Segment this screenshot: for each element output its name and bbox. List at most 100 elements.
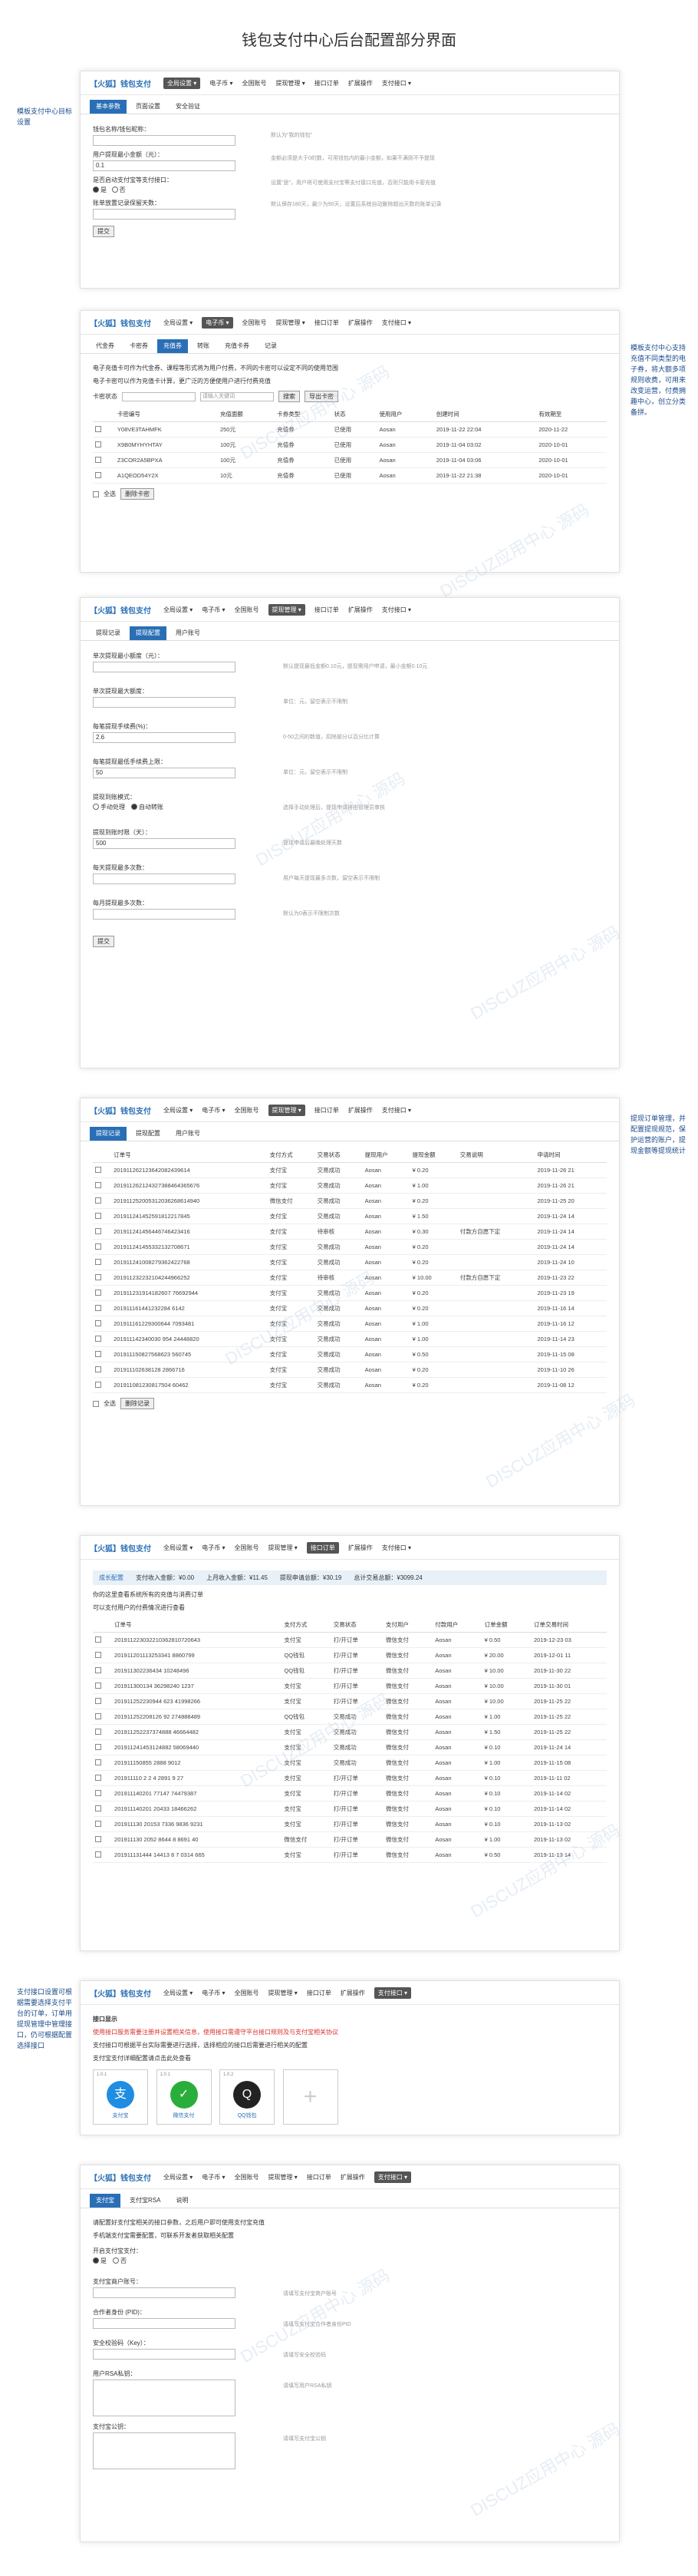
nav-account[interactable]: 全国账号 (235, 1544, 259, 1552)
nav-coin[interactable]: 电子币 ▾ (202, 1544, 225, 1552)
submit-button[interactable]: 提交 (93, 936, 114, 947)
nav-account[interactable]: 全国账号 (235, 606, 259, 614)
add-interface-card[interactable]: + (282, 2069, 338, 2125)
radio-manual[interactable]: 手动处理 (93, 804, 125, 811)
search-input[interactable]: 请输入关键词 (200, 391, 274, 401)
tab-alipay[interactable]: 支付宝 (90, 2194, 120, 2208)
row-checkbox[interactable] (95, 1197, 101, 1204)
row-checkbox[interactable] (95, 425, 101, 432)
tab-basic[interactable]: 基本参数 (90, 100, 127, 114)
nav-pay[interactable]: 支付接口 ▾ (382, 319, 411, 327)
alipay-card[interactable]: 1.0.1 支 支付宝 (93, 2069, 148, 2125)
table-cell[interactable]: Aosan (377, 421, 434, 438)
table-cell[interactable]: Aosan (433, 1647, 482, 1663)
row-checkbox[interactable] (95, 1712, 101, 1719)
tab-withdraw-config[interactable]: 提现配置 (130, 1127, 166, 1141)
nav-withdraw[interactable]: 提现管理 ▾ (276, 79, 305, 88)
table-cell[interactable]: Aosan (433, 1724, 482, 1740)
table-cell[interactable]: Aosan (362, 1316, 410, 1332)
table-cell[interactable]: Aosan (362, 1300, 410, 1316)
nav-withdraw[interactable]: 提现管理 ▾ (268, 1989, 298, 1997)
table-cell[interactable]: Aosan (433, 1739, 482, 1755)
table-cell[interactable]: Aosan (362, 1224, 410, 1240)
table-cell[interactable]: Aosan (433, 1709, 482, 1725)
nav-pay[interactable]: 支付接口 ▾ (374, 1986, 411, 1999)
row-checkbox[interactable] (95, 1366, 101, 1372)
tab-withdraw-records[interactable]: 提现记录 (90, 626, 127, 640)
table-cell[interactable]: Aosan (433, 1755, 482, 1771)
nav-pay[interactable]: 支付接口 ▾ (382, 1106, 411, 1115)
nav-extend[interactable]: 扩展操作 (348, 1106, 373, 1115)
nav-global[interactable]: 全局设置 ▾ (163, 2173, 193, 2181)
delete-button[interactable]: 删除卡密 (120, 488, 154, 500)
nav-withdraw[interactable]: 提现管理 ▾ (268, 1104, 305, 1116)
table-cell[interactable]: Aosan (433, 1847, 482, 1863)
config-input[interactable]: 50 (93, 768, 235, 778)
row-checkbox[interactable] (95, 1350, 101, 1357)
row-checkbox[interactable] (95, 1697, 101, 1704)
row-checkbox[interactable] (95, 441, 101, 447)
export-button[interactable]: 导出卡密 (305, 391, 338, 402)
table-cell[interactable]: Aosan (433, 1831, 482, 1848)
row-checkbox[interactable] (95, 1181, 101, 1188)
row-checkbox[interactable] (95, 1682, 101, 1689)
row-checkbox[interactable] (95, 1319, 101, 1326)
nav-orders[interactable]: 接口订单 (314, 606, 339, 614)
row-checkbox[interactable] (95, 1166, 101, 1173)
tab-record[interactable]: 记录 (258, 339, 283, 353)
nav-orders[interactable]: 接口订单 (307, 1989, 331, 1997)
nav-extend[interactable]: 扩展操作 (341, 2173, 365, 2181)
nav-account[interactable]: 全国账号 (242, 319, 267, 327)
table-cell[interactable]: Aosan (362, 1362, 410, 1378)
tab-withdraw-config[interactable]: 提现配置 (130, 626, 166, 640)
nav-global[interactable]: 全局设置 ▾ (163, 1989, 193, 1997)
delete-button[interactable]: 删除记录 (120, 1398, 154, 1409)
nav-coin[interactable]: 电子币 ▾ (202, 606, 225, 614)
row-checkbox[interactable] (95, 1728, 101, 1735)
row-checkbox[interactable] (95, 1805, 101, 1811)
nav-global[interactable]: 全局设置 ▾ (163, 1544, 193, 1552)
table-cell[interactable]: Aosan (362, 1331, 410, 1347)
row-checkbox[interactable] (95, 1820, 101, 1827)
table-cell[interactable]: Aosan (433, 1678, 482, 1694)
nav-coin[interactable]: 电子币 ▾ (202, 1989, 225, 1997)
tab-page[interactable]: 页面设置 (130, 100, 166, 114)
nav-global[interactable]: 全局设置 ▾ (163, 77, 201, 89)
nav-withdraw[interactable]: 提现管理 ▾ (268, 2173, 298, 2181)
row-checkbox[interactable] (95, 1835, 101, 1842)
radio-yes[interactable]: 是 (93, 187, 107, 193)
nav-orders[interactable]: 接口订单 (314, 79, 339, 88)
wechat-card[interactable]: 1.0.1 ✓ 微信支付 (156, 2069, 212, 2125)
table-cell[interactable]: Aosan (362, 1177, 410, 1194)
nav-orders[interactable]: 接口订单 (314, 319, 339, 327)
tab-security[interactable]: 安全验证 (170, 100, 206, 114)
nav-extend[interactable]: 扩展操作 (341, 1989, 365, 1997)
table-cell[interactable]: Aosan (362, 1377, 410, 1393)
row-checkbox[interactable] (95, 1273, 101, 1280)
tab-cardkey[interactable]: 卡密券 (123, 339, 154, 353)
row-checkbox[interactable] (95, 1743, 101, 1750)
tab-recharge[interactable]: 充值券 (157, 339, 188, 353)
row-checkbox[interactable] (95, 1651, 101, 1658)
table-cell[interactable]: Aosan (362, 1162, 410, 1178)
radio-no[interactable]: 否 (111, 187, 126, 193)
row-checkbox[interactable] (95, 1227, 101, 1234)
radio-auto[interactable]: 自动转账 (131, 804, 163, 811)
tab-user-account[interactable]: 用户账号 (170, 626, 206, 640)
nav-global[interactable]: 全局设置 ▾ (163, 606, 193, 614)
table-cell[interactable]: Aosan (433, 1693, 482, 1709)
nav-coin[interactable]: 电子币 ▾ (209, 79, 232, 88)
row-checkbox[interactable] (95, 471, 101, 478)
submit-button[interactable]: 提交 (93, 226, 114, 237)
table-cell[interactable]: Aosan (433, 1663, 482, 1679)
tab-withdraw-records[interactable]: 提现记录 (90, 1127, 127, 1141)
tab-voucher[interactable]: 代金券 (90, 339, 120, 353)
record-days-input[interactable] (93, 209, 235, 220)
row-checkbox[interactable] (95, 1774, 101, 1781)
config-input[interactable] (93, 697, 235, 708)
nav-orders[interactable]: 接口订单 (306, 1541, 339, 1554)
nav-withdraw[interactable]: 提现管理 ▾ (268, 603, 305, 616)
table-cell[interactable]: Aosan (433, 1801, 482, 1817)
config-input[interactable] (93, 874, 235, 884)
qq-wallet-card[interactable]: 1.0.2 Q QQ钱包 (219, 2069, 275, 2125)
